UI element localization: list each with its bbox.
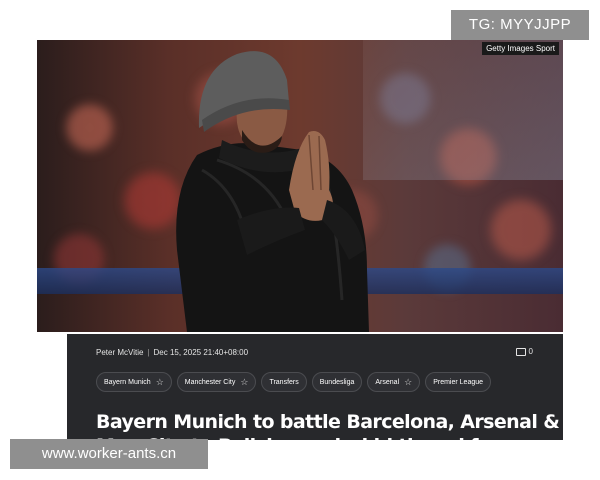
comments-button[interactable]: 0 bbox=[515, 347, 533, 356]
tag-transfers[interactable]: Transfers bbox=[261, 372, 307, 392]
tag-label: Premier League bbox=[433, 378, 484, 386]
photo-credit: Getty Images Sport bbox=[482, 42, 559, 55]
article-headline[interactable]: Bayern Munich to battle Barcelona, Arsen… bbox=[96, 410, 563, 440]
tag-label: Bayern Munich bbox=[104, 378, 151, 386]
tag-label: Arsenal bbox=[375, 378, 400, 386]
tag-label: Transfers bbox=[269, 378, 299, 386]
tag-manchester-city[interactable]: Manchester City ☆ bbox=[176, 372, 257, 392]
article-photo: Getty Images Sport bbox=[37, 40, 563, 332]
tag-bayern-munich[interactable]: Bayern Munich ☆ bbox=[96, 372, 172, 392]
telegram-watermark: TG: MYYJJPP bbox=[451, 10, 589, 40]
tag-arsenal[interactable]: Arsenal ☆ bbox=[367, 372, 421, 392]
article-meta: Peter McVitie | Dec 15, 2025 21:40+08:00 bbox=[96, 348, 248, 357]
tag-label: Manchester City bbox=[184, 378, 236, 386]
comment-icon bbox=[515, 347, 526, 356]
publish-timestamp: Dec 15, 2025 21:40+08:00 bbox=[153, 348, 249, 357]
star-icon[interactable]: ☆ bbox=[156, 377, 164, 387]
star-icon[interactable]: ☆ bbox=[404, 377, 412, 387]
meta-separator: | bbox=[147, 348, 150, 357]
tag-bundesliga[interactable]: Bundesliga bbox=[311, 372, 363, 392]
article-card: Peter McVitie | Dec 15, 2025 21:40+08:00 0… bbox=[67, 334, 563, 440]
tag-label: Bundesliga bbox=[319, 378, 355, 386]
coach-figure bbox=[176, 51, 369, 332]
tag-premier-league[interactable]: Premier League bbox=[425, 372, 492, 392]
comment-count: 0 bbox=[528, 347, 533, 356]
tag-list: Bayern Munich ☆ Manchester City ☆ Transf… bbox=[96, 372, 492, 392]
author-link[interactable]: Peter McVitie bbox=[96, 348, 143, 357]
website-watermark: www.worker-ants.cn bbox=[10, 439, 208, 469]
star-icon[interactable]: ☆ bbox=[240, 377, 248, 387]
